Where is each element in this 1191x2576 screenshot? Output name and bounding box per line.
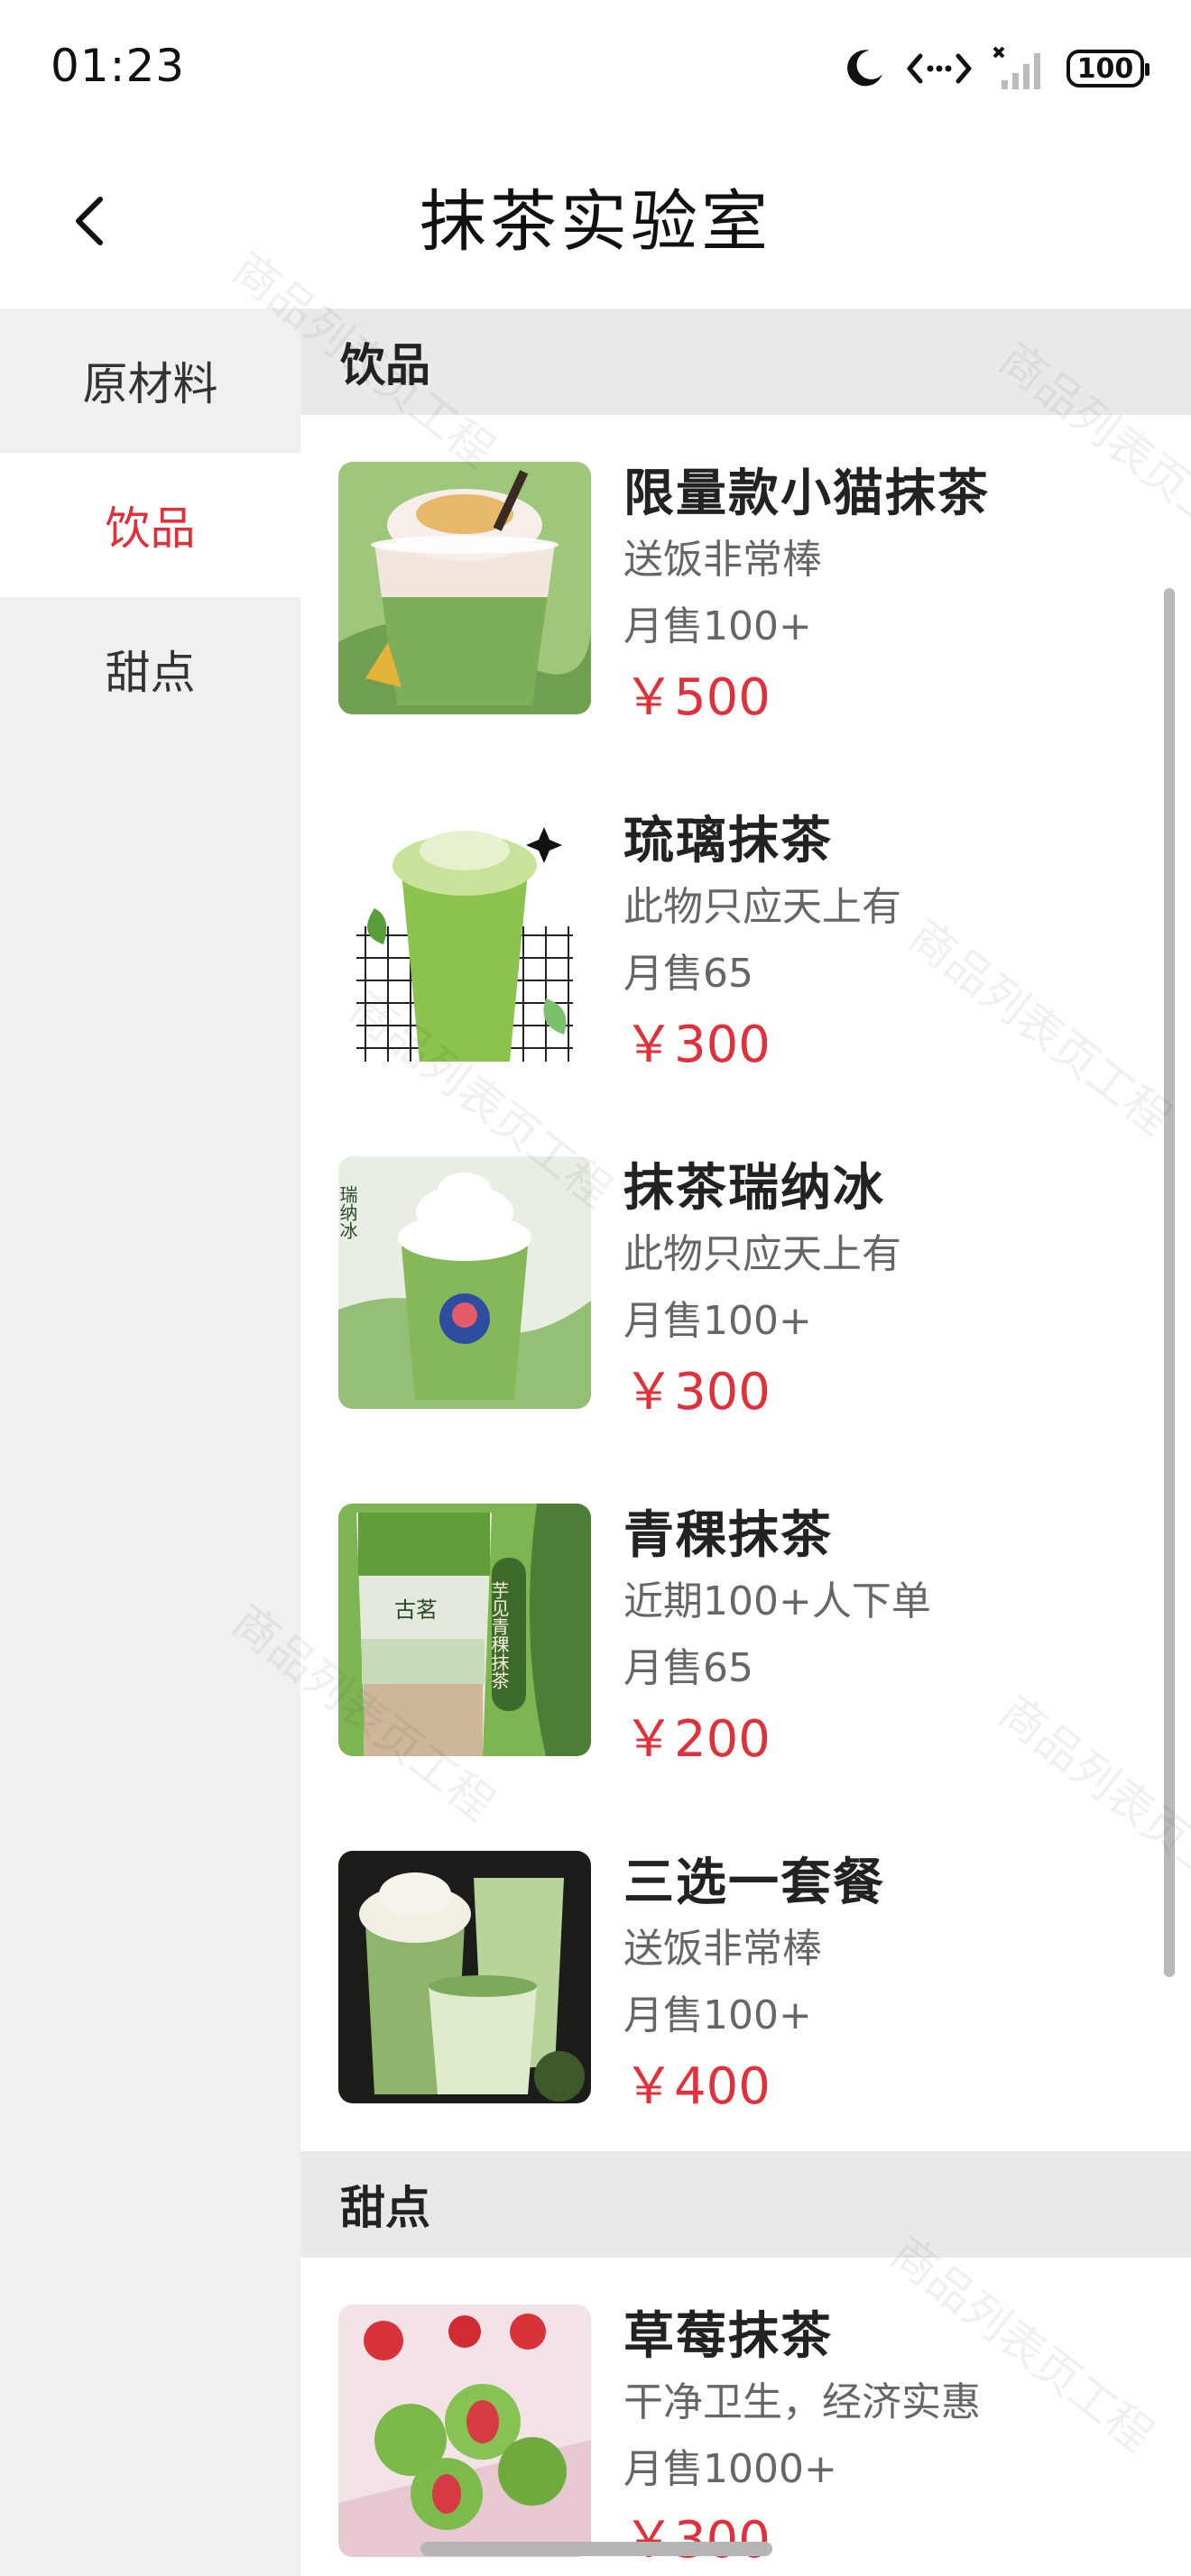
nav-bar: 抹茶实验室 [0,135,1191,308]
sidebar-item-drinks[interactable]: 饮品 [0,453,300,597]
product-price: ￥300 [623,1363,771,1421]
sidebar-item-raw-materials[interactable]: 原材料 [0,308,300,453]
product-desc: 此物只应天上有 [623,1231,901,1277]
product-sales: 月售100+ [623,603,812,649]
product-name: 三选一套餐 [623,1854,885,1912]
sidebar-item-label: 原材料 [82,358,218,410]
product-price: ￥300 [623,1016,771,1074]
product-item[interactable]: 古茗 芋见青稞抹茶 青稞抹茶 近期100+人下单 月售65 ￥200 [300,1457,1191,1804]
product-price: ￥500 [623,668,771,727]
product-name: 抹茶瑞纳冰 [623,1159,885,1218]
page-title: 抹茶实验室 [420,183,771,261]
product-name: 青稞抹茶 [623,1506,833,1565]
image-logo: 古茗 [394,1597,438,1623]
product-price: ￥200 [623,1710,771,1769]
product-desc: 送饭非常棒 [623,537,822,583]
product-desc: 送饭非常棒 [623,1926,822,1972]
section-header-drinks: 饮品 [300,308,1191,415]
product-price: ￥300 [623,2511,771,2570]
moon-icon [847,50,882,87]
product-name: 限量款小猫抹茶 [623,465,990,523]
product-sales: 月售65 [623,951,753,997]
product-name: 琉璃抹茶 [623,812,833,870]
product-sales: 月售100+ [623,1298,812,1344]
battery-icon: 100 [1066,50,1149,87]
product-image-glass-matcha [338,809,591,1062]
scrollbar[interactable] [1164,588,1175,1977]
product-image-matcha-frappe: 瑞纳冰 [338,1156,591,1409]
product-image-barley-matcha: 古茗 芋见青稞抹茶 [338,1504,591,1756]
product-item[interactable]: 限量款小猫抹茶 送饭非常棒 月售100+ ￥500 [300,415,1191,762]
product-item[interactable]: 瑞纳冰 抹茶瑞纳冰 此物只应天上有 月售100+ ￥300 [300,1109,1191,1457]
product-sales: 月售65 [623,1645,753,1691]
product-image-cat-matcha [338,462,591,714]
product-image-strawberry-matcha [338,2305,591,2557]
product-item[interactable]: 草莓抹茶 干净卫生，经济实惠 月售1000+ ￥300 [300,2258,1191,2576]
product-sales: 月售100+ [623,1992,812,2038]
sidebar-item-desserts[interactable]: 甜点 [0,597,300,741]
sidebar-item-label: 甜点 [105,647,196,699]
sidebar-item-label: 饮品 [105,502,196,555]
signal-icon [992,46,1040,89]
status-time: 01:23 [51,40,186,92]
product-sales: 月售1000+ [623,2446,837,2492]
section-header-desserts: 甜点 [300,2151,1191,2258]
product-item[interactable]: 三选一套餐 送饭非常棒 月售100+ ￥400 [300,1804,1191,2151]
battery-level: 100 [1076,52,1134,85]
product-image-combo-set [338,1851,591,2103]
category-sidebar: 原材料 饮品 甜点 [0,308,300,2576]
status-icons: 100 [843,41,1149,96]
home-indicator[interactable] [420,2542,772,2556]
image-label: 瑞纳冰 [338,1185,358,1239]
product-desc: 近期100+人下单 [623,1578,931,1624]
data-transfer-icon [907,53,972,84]
product-list[interactable]: 饮品 限量款小猫抹茶 送饭非常棒 月售100+ ￥500 琉璃抹茶 此物只应天上… [300,308,1191,2576]
product-name: 草莓抹茶 [623,2307,833,2366]
product-desc: 此物只应天上有 [623,884,901,930]
product-item[interactable]: 琉璃抹茶 此物只应天上有 月售65 ￥300 [300,762,1191,1109]
product-desc: 干净卫生，经济实惠 [623,2379,981,2425]
image-label: 芋见青稞抹茶 [488,1581,510,1689]
status-bar: 01:23 100 [0,0,1191,135]
product-price: ￥400 [623,2057,771,2116]
